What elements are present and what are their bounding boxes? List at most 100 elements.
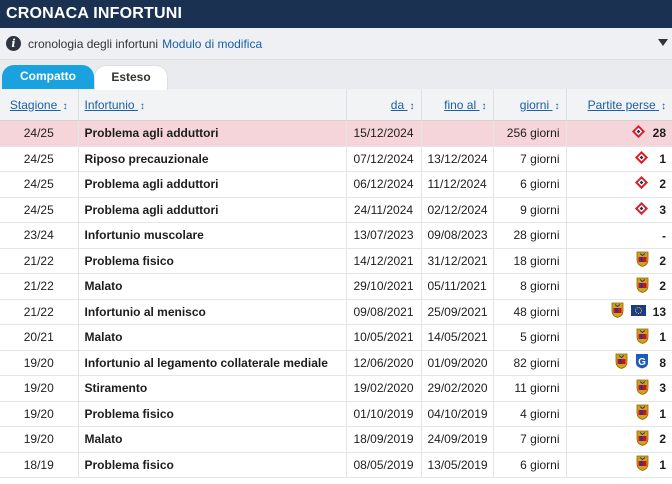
table-row: 21/22 Problema fisico 14/12/2021 31/12/2021… [0, 248, 672, 274]
season-cell: 19/20 [0, 426, 79, 453]
info-icon: i [6, 36, 21, 51]
injury-cell: Problema fisico [78, 452, 347, 478]
info-text: cronologia degli infortuni [28, 36, 159, 51]
lille-crest-icon[interactable] [631, 124, 646, 142]
column-header-until[interactable]: fino al ↕ [421, 89, 494, 121]
column-header-injury[interactable]: Infortunio ↕ [78, 89, 347, 121]
tab-compatto[interactable]: Compatto [2, 65, 94, 89]
table-row: 24/25 Riposo precauzionale 07/12/2024 13/12… [0, 146, 672, 172]
injury-cell: Problema agli adduttori [78, 171, 347, 198]
games-missed-cell: 1 [566, 146, 672, 172]
from-date-cell: 14/12/2021 [346, 248, 422, 274]
days-cell: 7 giorni [493, 426, 567, 453]
sort-icon: ↕ [481, 100, 487, 112]
lille-crest-icon[interactable] [634, 175, 649, 193]
games-missed-count: 2 [659, 279, 666, 294]
column-header-season[interactable]: Stagione ↕ [0, 89, 79, 121]
season-cell: 19/20 [0, 401, 79, 427]
lille-crest-icon[interactable] [634, 201, 649, 219]
section-title: CRONACA INFORTUNI [6, 5, 183, 22]
from-date-cell: 24/11/2024 [346, 197, 422, 223]
injury-cell: Infortunio al menisco [78, 299, 347, 325]
games-missed-cell: 1 [566, 324, 672, 351]
club-crest-icon[interactable] [636, 404, 649, 423]
until-date-cell: 04/10/2019 [421, 401, 494, 427]
edit-form-link[interactable]: Modulo di modifica [162, 37, 262, 51]
lille-crest-icon[interactable] [634, 150, 649, 168]
season-cell: 21/22 [0, 299, 79, 325]
table-row: 23/24 Infortunio muscolare 13/07/2023 09/08… [0, 222, 672, 249]
games-missed-count: 1 [659, 330, 666, 345]
season-cell: 24/25 [0, 197, 79, 223]
tab-esteso[interactable]: Esteso [94, 65, 168, 90]
section-header: CRONACA INFORTUNI [0, 0, 672, 28]
dropdown-arrow-icon[interactable] [658, 39, 668, 46]
until-date-cell: 09/08/2023 [421, 222, 494, 249]
games-missed-count: 8 [659, 355, 666, 370]
until-date-cell: 24/09/2019 [421, 426, 494, 453]
club-crest-icon[interactable] [636, 328, 649, 347]
season-cell: 24/25 [0, 120, 79, 147]
days-cell: 6 giorni [493, 452, 567, 478]
games-missed-count: 2 [659, 177, 666, 192]
season-cell: 19/20 [0, 350, 79, 376]
days-cell: 28 giorni [493, 222, 567, 249]
season-cell: 20/21 [0, 324, 79, 351]
days-cell: 5 giorni [493, 324, 567, 351]
table-row: 21/22 Infortunio al menisco 09/08/2021 25/0… [0, 299, 672, 325]
until-date-cell: 14/05/2021 [421, 324, 494, 351]
sort-icon: ↕ [661, 100, 666, 112]
games-missed-cell: - [566, 222, 672, 249]
from-date-cell: 13/07/2023 [346, 222, 422, 249]
until-date-cell: 02/12/2024 [421, 197, 494, 223]
games-missed-count: 13 [652, 304, 666, 319]
table-row: 19/20 Infortunio al legamento collaterale… [0, 350, 672, 376]
games-missed-cell: 2 [566, 171, 672, 198]
from-date-cell: 10/05/2021 [346, 324, 422, 351]
from-date-cell: 19/02/2020 [346, 375, 422, 402]
table-header-row: Stagione ↕ Infortunio ↕ da ↕ fino al ↕ g… [0, 89, 672, 121]
table-row: 19/20 Stiramento 19/02/2020 29/02/2020 11 gi… [0, 375, 672, 402]
games-missed-cell: G8 [566, 350, 672, 376]
table-row: 21/22 Malato 29/10/2021 05/11/2021 8 giorni 2 [0, 273, 672, 300]
injury-cell: Problema agli adduttori [78, 197, 347, 223]
club-crest-icon[interactable] [636, 277, 649, 296]
days-cell: 4 giorni [493, 401, 567, 427]
until-date-cell: 13/05/2019 [421, 452, 494, 478]
games-missed-cell: 1 [566, 452, 672, 478]
sort-icon: ↕ [409, 100, 415, 112]
club-crest-icon[interactable] [636, 455, 649, 474]
table-row: 19/20 Problema fisico 01/10/2019 04/10/2019… [0, 401, 672, 427]
games-missed-cell: 3 [566, 197, 672, 223]
club-crest-icon[interactable] [636, 379, 649, 398]
svg-text:G: G [638, 357, 646, 368]
genk-crest-icon[interactable]: G [635, 353, 649, 372]
until-date-cell: 29/02/2020 [421, 375, 494, 402]
column-header-from[interactable]: da ↕ [346, 89, 422, 121]
games-missed-count: 1 [659, 457, 666, 472]
club-crest-icon[interactable] [611, 302, 624, 321]
injury-cell: Problema fisico [78, 248, 347, 274]
from-date-cell: 12/06/2020 [346, 350, 422, 376]
season-cell: 24/25 [0, 171, 79, 198]
club-crest-icon[interactable] [636, 251, 649, 270]
from-date-cell: 15/12/2024 [346, 120, 422, 147]
games-missed-count: 2 [659, 432, 666, 447]
eu-crest-icon[interactable] [630, 304, 646, 319]
from-date-cell: 07/12/2024 [346, 146, 422, 172]
days-cell: 18 giorni [493, 248, 567, 274]
games-missed-cell: 13 [566, 299, 672, 325]
club-crest-icon[interactable] [615, 353, 628, 372]
season-cell: 21/22 [0, 273, 79, 300]
days-cell: 82 giorni [493, 350, 567, 376]
column-header-games[interactable]: Partite perse ↕ [566, 89, 672, 121]
column-header-days[interactable]: giorni ↕ [493, 89, 567, 121]
sort-icon: ↕ [62, 100, 68, 112]
injury-cell: Malato [78, 273, 347, 300]
from-date-cell: 08/05/2019 [346, 452, 422, 478]
from-date-cell: 18/09/2019 [346, 426, 422, 453]
days-cell: 6 giorni [493, 171, 567, 198]
season-cell: 23/24 [0, 222, 79, 249]
club-crest-icon[interactable] [636, 430, 649, 449]
injury-cell: Infortunio al legamento collaterale medi… [78, 350, 347, 376]
